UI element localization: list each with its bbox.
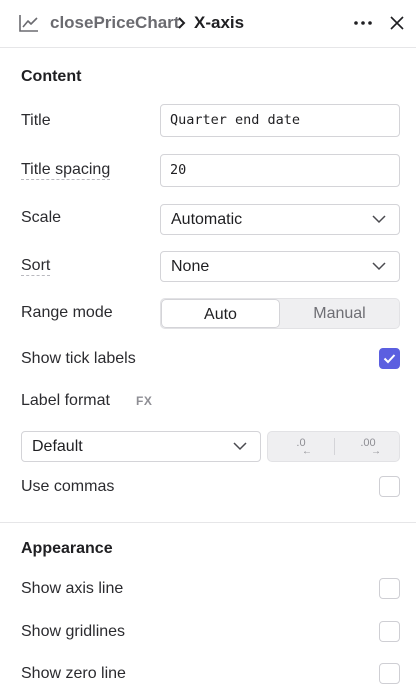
show-axis-line-checkbox[interactable] — [379, 578, 400, 599]
title-input[interactable]: Quarter end date — [160, 104, 400, 137]
increase-decimals-label: .00 — [360, 437, 376, 449]
more-icon[interactable] — [352, 12, 374, 34]
label-format-select[interactable]: Default — [21, 431, 261, 462]
use-commas-checkbox[interactable] — [379, 476, 400, 497]
scale-select-value: Automatic — [171, 211, 243, 228]
decrease-decimals-button[interactable]: .0 ← — [268, 432, 334, 461]
label-format-label: Label format — [21, 392, 110, 409]
breadcrumb-parent[interactable]: closePriceChart — [50, 13, 179, 33]
title-label: Title — [21, 112, 51, 129]
show-zero-line-checkbox[interactable] — [379, 663, 400, 684]
show-axis-line-label: Show axis line — [21, 580, 124, 597]
checkmark-icon — [383, 354, 396, 364]
decrease-decimals-label: .0 — [296, 437, 306, 449]
show-gridlines-label: Show gridlines — [21, 623, 126, 640]
increase-decimals-button[interactable]: .00 → — [335, 432, 401, 461]
chevron-right-icon — [178, 17, 186, 29]
scale-label: Scale — [21, 209, 62, 226]
section-divider — [0, 522, 416, 523]
show-zero-line-label: Show zero line — [21, 665, 126, 682]
sort-select-value: None — [171, 258, 210, 275]
close-icon[interactable] — [388, 14, 406, 32]
show-tick-labels-checkbox[interactable] — [379, 348, 400, 369]
appearance-section-title: Appearance — [21, 540, 113, 557]
chevron-down-icon — [233, 442, 247, 451]
breadcrumb-current: X-axis — [194, 13, 245, 32]
range-mode-toggle: Auto Manual — [160, 298, 400, 329]
sort-select[interactable]: None — [160, 251, 400, 282]
line-chart-icon — [19, 15, 38, 32]
panel-header: closePriceChart X-axis — [0, 0, 416, 48]
range-mode-manual[interactable]: Manual — [280, 299, 399, 328]
scale-select[interactable]: Automatic — [160, 204, 400, 235]
sort-label: Sort — [21, 257, 51, 276]
use-commas-label: Use commas — [21, 478, 115, 495]
sort-label-text: Sort — [21, 257, 51, 276]
fx-button[interactable]: FX — [136, 394, 152, 408]
decimal-controls: .0 ← .00 → — [267, 431, 400, 462]
arrow-right-icon: → — [371, 446, 381, 457]
show-gridlines-checkbox[interactable] — [379, 621, 400, 642]
show-tick-labels-label: Show tick labels — [21, 350, 136, 367]
title-spacing-input[interactable]: 20 — [160, 154, 400, 187]
chevron-down-icon — [372, 262, 386, 271]
range-mode-auto[interactable]: Auto — [161, 299, 280, 328]
arrow-left-icon: ← — [302, 446, 312, 457]
title-spacing-label-text: Title spacing — [21, 161, 111, 180]
title-spacing-label: Title spacing — [21, 161, 111, 180]
range-mode-label: Range mode — [21, 304, 113, 321]
content-section-title: Content — [21, 68, 82, 85]
chevron-down-icon — [372, 215, 386, 224]
label-format-value: Default — [32, 438, 83, 455]
